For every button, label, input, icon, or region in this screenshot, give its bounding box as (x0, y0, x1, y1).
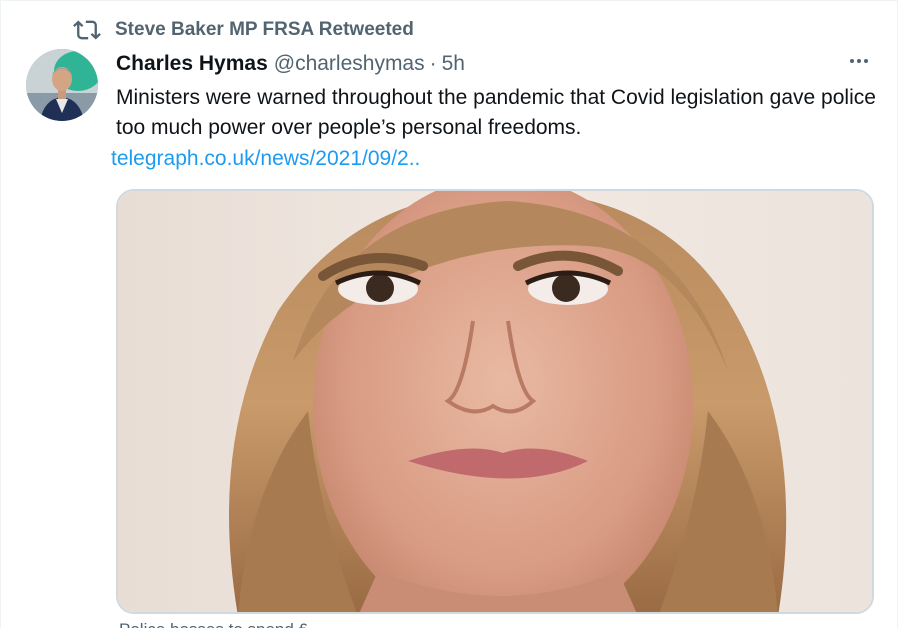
tweet[interactable]: Steve Baker MP FRSA Retweeted Charles Hy… (0, 0, 898, 628)
more-horizontal-icon (847, 49, 871, 78)
card-photo (118, 191, 872, 612)
tweet-text: Ministers were warned throughout the pan… (116, 86, 876, 139)
separator-dot: · (429, 52, 437, 75)
tweet-link[interactable]: telegraph.co.uk/news/2021/09/2.. (111, 144, 420, 174)
avatar[interactable] (26, 49, 98, 121)
tweet-header: Charles Hymas @charleshymas · 5h (116, 50, 465, 78)
card-caption[interactable]: Police bosses to spend ₤ ... (119, 620, 327, 628)
tweet-timestamp[interactable]: 5h (442, 52, 465, 76)
retweet-icon (73, 16, 101, 44)
retweet-context[interactable]: Steve Baker MP FRSA Retweeted (73, 15, 414, 45)
more-options-button[interactable] (845, 51, 873, 75)
user-handle[interactable]: @charleshymas (274, 52, 425, 76)
media-card-image[interactable] (116, 189, 874, 614)
display-name[interactable]: Charles Hymas (116, 52, 268, 76)
retweet-label: Steve Baker MP FRSA Retweeted (115, 19, 414, 40)
